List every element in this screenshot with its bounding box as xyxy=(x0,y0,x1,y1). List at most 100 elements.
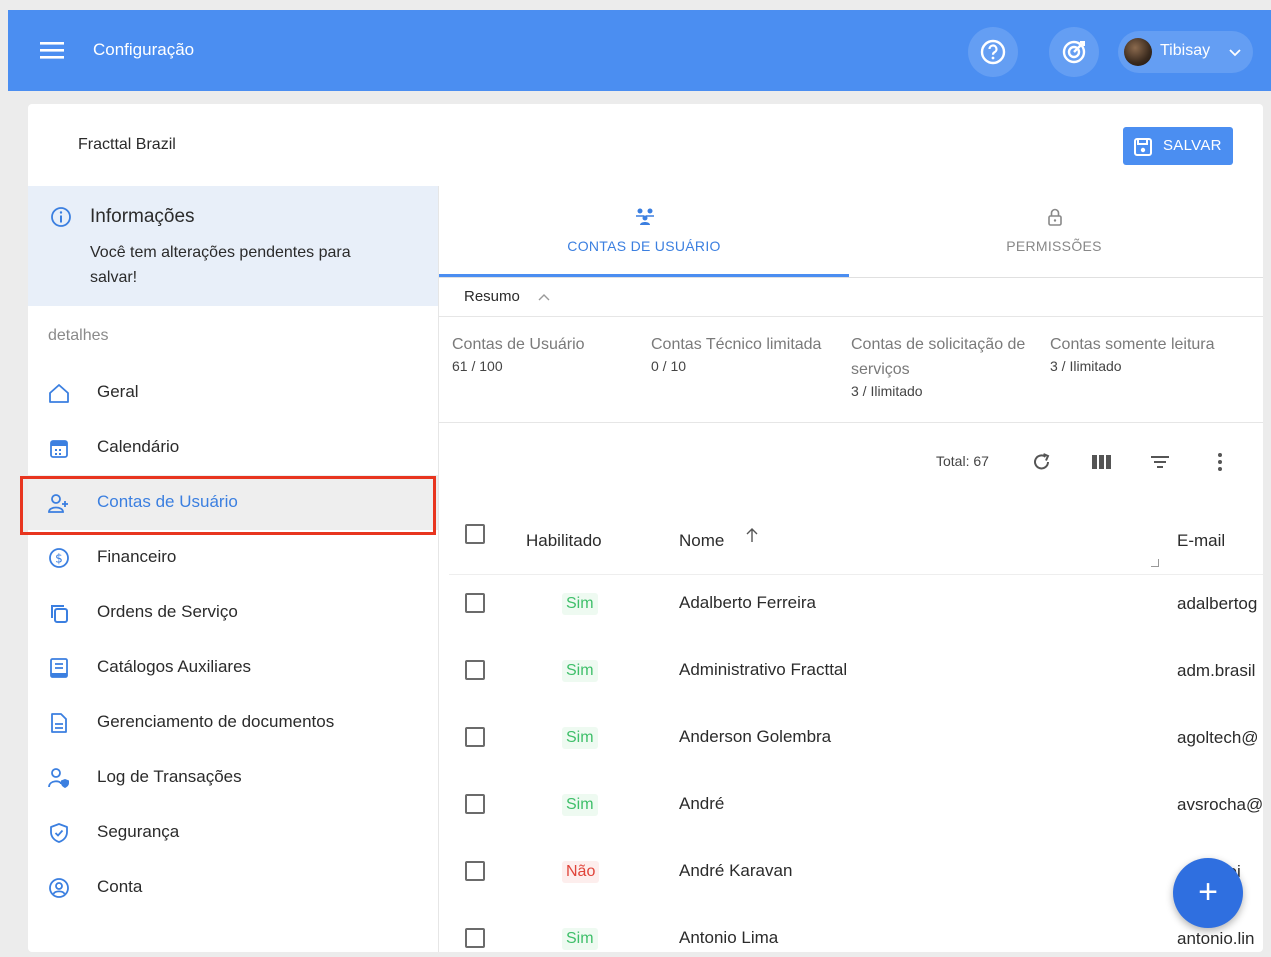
save-button-label: SALVAR xyxy=(1163,137,1222,154)
user-name-cell: Adalberto Ferreira xyxy=(679,593,817,612)
column-header-email[interactable]: E-mail xyxy=(1177,531,1225,551)
row-checkbox[interactable] xyxy=(465,593,485,613)
enabled-badge: Sim xyxy=(562,928,598,950)
document-icon xyxy=(51,713,67,733)
user-name: Tibisay xyxy=(1160,42,1211,59)
plus-icon: + xyxy=(1198,873,1218,911)
sidebar-item-label: Catálogos Auxiliares xyxy=(97,657,252,676)
table-row[interactable]: Sim Antonio Lima antonio.lin xyxy=(449,910,1263,952)
refresh-icon[interactable] xyxy=(1031,451,1053,473)
sidebar-item-conta[interactable]: Conta xyxy=(28,860,438,915)
stat-service-request-accounts: Contas de solicitação de serviços 3 / Il… xyxy=(851,332,1036,399)
info-message: Você tem alterações pendentes para salva… xyxy=(90,244,351,286)
users-icon xyxy=(636,208,654,225)
pending-changes-info: Informações Você tem alterações pendente… xyxy=(28,186,438,306)
chevron-down-icon xyxy=(1229,49,1241,57)
stat-label: Contas Técnico limitada xyxy=(651,336,822,353)
user-shield-icon xyxy=(48,768,69,788)
sort-ascending-icon[interactable] xyxy=(745,527,759,543)
tab-permissoes[interactable]: PERMISSÕES xyxy=(849,186,1259,278)
menu-icon[interactable] xyxy=(40,40,64,60)
help-button[interactable] xyxy=(968,27,1018,77)
table-header: Habilitado Nome E-mail xyxy=(449,503,1263,575)
target-icon xyxy=(1062,40,1086,64)
table-row[interactable]: Sim Anderson Golembra agoltech@ xyxy=(449,709,1263,776)
tab-bar: CONTAS DE USUÁRIO PERMISSÕES xyxy=(439,186,1263,278)
app-bar: Configuração Tibisay xyxy=(8,10,1271,91)
shield-check-icon xyxy=(50,823,68,843)
user-name-cell: Antonio Lima xyxy=(679,928,779,947)
column-header-name[interactable]: Nome xyxy=(679,531,724,551)
help-icon xyxy=(980,39,1006,65)
sidebar-item-seguranca[interactable]: Segurança xyxy=(28,805,438,860)
table-row[interactable]: Sim Adalberto Ferreira adalbertog xyxy=(449,575,1263,642)
copy-icon xyxy=(51,605,68,623)
sidebar-item-log-de-transacoes[interactable]: Log de Transações xyxy=(28,750,438,805)
row-checkbox[interactable] xyxy=(465,660,485,680)
account-circle-icon xyxy=(49,878,69,898)
sidebar-item-label: Contas de Usuário xyxy=(97,492,238,511)
sidebar-item-calendario[interactable]: Calendário xyxy=(28,420,438,475)
table-row[interactable]: Sim André avsrocha@ xyxy=(449,776,1263,843)
user-name-cell: André Karavan xyxy=(679,861,793,880)
calendar-icon xyxy=(50,440,68,458)
chevron-up-icon[interactable] xyxy=(537,292,551,302)
sidebar-item-catalogos-auxiliares[interactable]: Catálogos Auxiliares xyxy=(28,640,438,695)
sidebar-item-label: Geral xyxy=(97,382,139,401)
row-checkbox[interactable] xyxy=(465,727,485,747)
stat-limited-technician-accounts: Contas Técnico limitada 0 / 10 xyxy=(651,332,851,374)
more-vertical-icon[interactable] xyxy=(1209,451,1231,473)
home-icon xyxy=(49,384,69,403)
column-resize-handle[interactable] xyxy=(1151,559,1159,567)
app-title: Configuração xyxy=(93,40,195,59)
row-checkbox[interactable] xyxy=(465,861,485,881)
info-title: Informações xyxy=(90,206,195,227)
stat-value: 0 / 10 xyxy=(651,358,687,374)
svg-text:$: $ xyxy=(55,552,63,566)
column-header-enabled[interactable]: Habilitado xyxy=(526,531,602,551)
filter-icon[interactable] xyxy=(1149,451,1171,473)
row-checkbox[interactable] xyxy=(465,794,485,814)
sidebar-item-financeiro[interactable]: $ Financeiro xyxy=(28,530,438,585)
stat-read-only-accounts: Contas somente leitura 3 / Ilimitado xyxy=(1050,332,1250,374)
target-button[interactable] xyxy=(1049,27,1099,77)
sidebar-item-label: Financeiro xyxy=(97,547,177,566)
sidebar-section-label: detalhes xyxy=(48,327,109,344)
settings-card: Fracttal Brazil SALVAR Informações Você … xyxy=(28,104,1263,952)
summary-toggle[interactable]: Resumo xyxy=(464,288,520,305)
table-row[interactable]: Sim Administrativo Fracttal adm.brasil xyxy=(449,642,1263,709)
user-email-cell: agoltech@ xyxy=(1177,728,1259,747)
sidebar-item-label: Segurança xyxy=(97,822,180,841)
stat-label: Contas de solicitação de serviços xyxy=(851,336,1026,378)
stat-label: Contas de Usuário xyxy=(452,336,585,353)
user-accounts-panel: CONTAS DE USUÁRIO PERMISSÕES Resumo Cont… xyxy=(438,186,1263,952)
add-user-button[interactable]: + xyxy=(1173,858,1243,928)
divider xyxy=(439,316,1263,317)
tab-label: CONTAS DE USUÁRIO xyxy=(567,238,721,254)
tab-label: PERMISSÕES xyxy=(1006,238,1102,254)
save-icon xyxy=(1134,138,1152,156)
avatar xyxy=(1124,38,1152,66)
enabled-badge: Não xyxy=(562,861,600,883)
sidebar-item-contas-de-usuario[interactable]: Contas de Usuário xyxy=(28,475,438,530)
user-email-cell: avsrocha@ xyxy=(1177,795,1263,814)
stat-value: 3 / Ilimitado xyxy=(851,383,923,399)
sidebar-item-gerenciamento-de-documentos[interactable]: Gerenciamento de documentos xyxy=(28,695,438,750)
sidebar-item-label: Calendário xyxy=(97,437,180,456)
sidebar-item-geral[interactable]: Geral xyxy=(28,365,438,420)
sidebar-item-ordens-de-servico[interactable]: Ordens de Serviço xyxy=(28,585,438,640)
info-icon xyxy=(51,207,71,227)
user-email-cell: antonio.lin xyxy=(1177,929,1255,948)
row-checkbox[interactable] xyxy=(465,928,485,948)
enabled-badge: Sim xyxy=(562,660,598,682)
save-button[interactable]: SALVAR xyxy=(1123,127,1233,165)
columns-icon[interactable] xyxy=(1091,451,1113,473)
user-menu[interactable]: Tibisay xyxy=(1118,31,1253,73)
user-add-icon xyxy=(48,494,68,513)
tab-contas-de-usuario[interactable]: CONTAS DE USUÁRIO xyxy=(439,186,849,278)
total-count: Total: 67 xyxy=(936,453,989,469)
select-all-checkbox[interactable] xyxy=(465,524,485,544)
user-name-cell: Administrativo Fracttal xyxy=(679,660,848,679)
table-row[interactable]: Não André Karavan soi xyxy=(449,843,1263,910)
organization-name: Fracttal Brazil xyxy=(78,136,176,153)
